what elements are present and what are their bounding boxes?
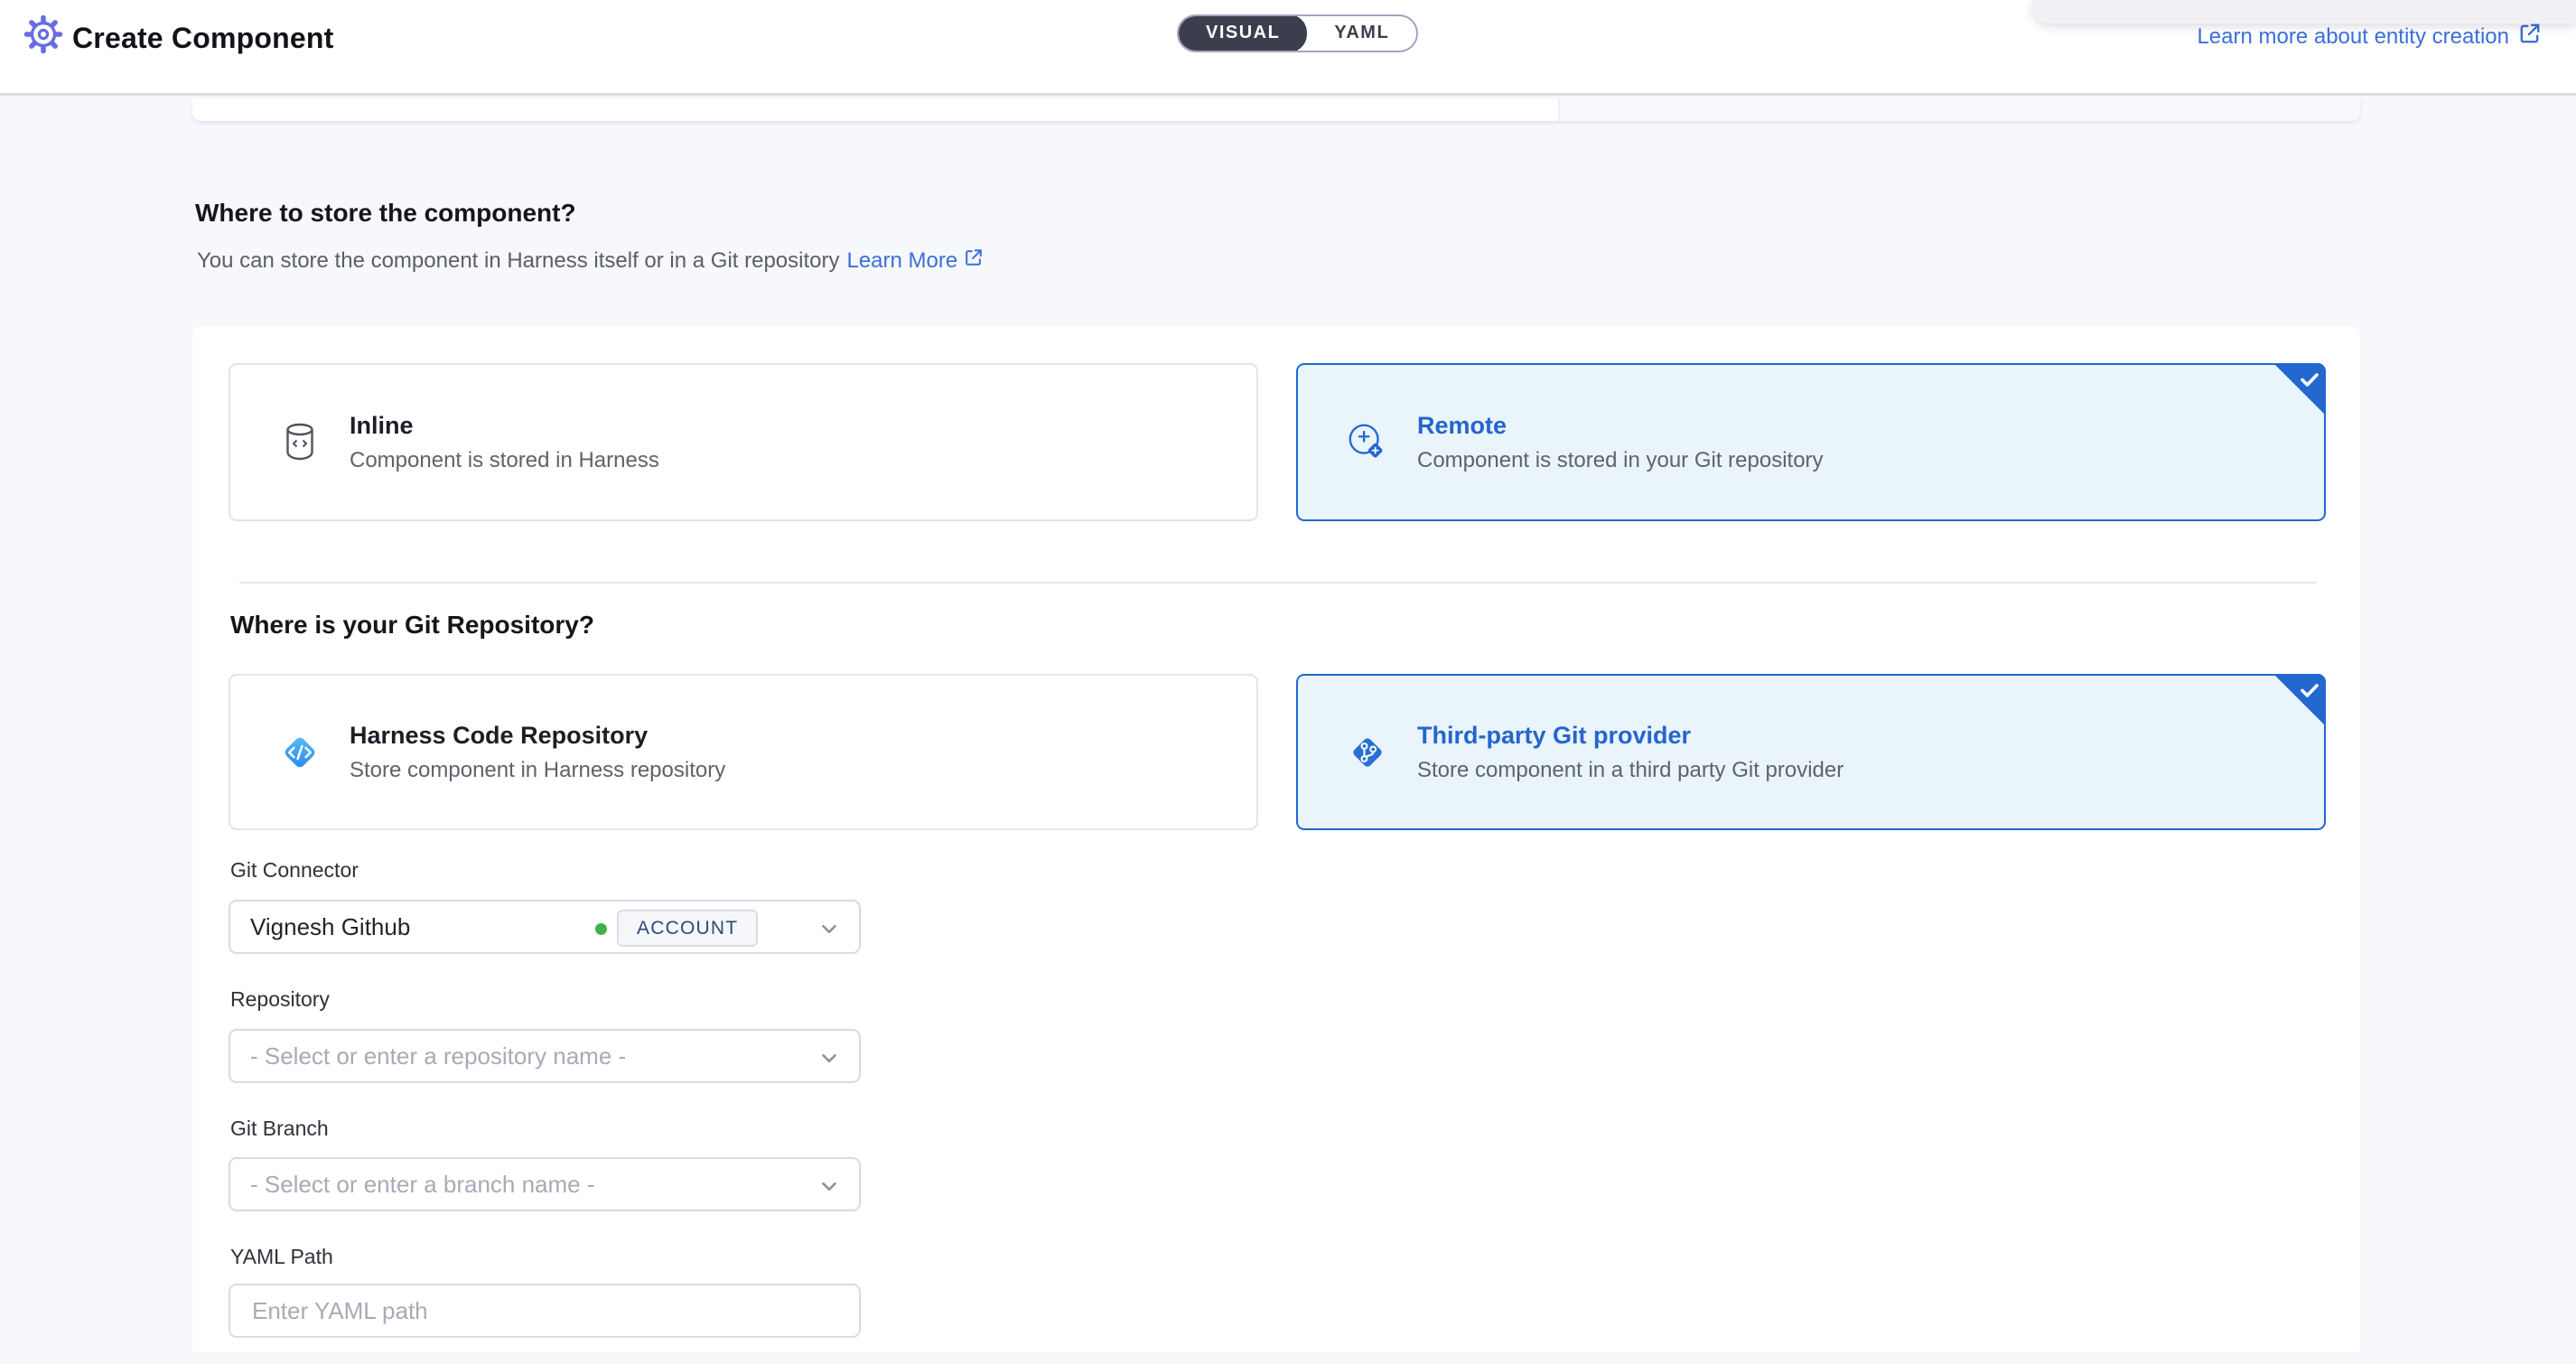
- entity-help-link[interactable]: Learn more about entity creation: [2197, 22, 2542, 51]
- card-title: Inline: [350, 412, 659, 440]
- section-divider: [239, 582, 2317, 584]
- card-title: Harness Code Repository: [350, 722, 725, 750]
- store-section-description: You can store the component in Harness i…: [197, 248, 984, 274]
- git-connector-value: Vignesh Github: [250, 913, 410, 941]
- card-title: Remote: [1417, 412, 1824, 440]
- external-link-icon: [2518, 22, 2542, 51]
- git-branch-select[interactable]: - Select or enter a branch name -: [229, 1157, 861, 1211]
- create-component-page: Create Component VISUAL YAML Learn more …: [0, 0, 2576, 1364]
- tab-visual[interactable]: VISUAL: [1179, 14, 1307, 52]
- repo-section-heading: Where is your Git Repository?: [230, 611, 594, 640]
- help-link-label: Learn more about entity creation: [2197, 24, 2509, 50]
- repository-placeholder: - Select or enter a repository name -: [250, 1042, 626, 1070]
- store-section-heading: Where to store the component?: [195, 199, 576, 228]
- yaml-path-label: YAML Path: [230, 1245, 333, 1269]
- scrolled-card-remnant-right: [1558, 98, 2360, 121]
- repository-select[interactable]: - Select or enter a repository name -: [229, 1029, 861, 1083]
- gear-icon: [23, 14, 63, 59]
- check-icon: [2300, 371, 2319, 388]
- connector-status-dot: [595, 923, 607, 935]
- remote-git-icon: [1338, 418, 1397, 467]
- card-thirdparty-git[interactable]: Third-party Git provider Store component…: [1296, 674, 2326, 830]
- chevron-down-icon[interactable]: [817, 917, 841, 945]
- chevron-down-icon[interactable]: [817, 1046, 841, 1074]
- card-description: Store component in Harness repository: [350, 758, 725, 783]
- card-inline-storage[interactable]: Inline Component is stored in Harness: [229, 363, 1258, 521]
- git-connector-field[interactable]: Vignesh Github ACCOUNT: [229, 900, 861, 954]
- card-description: Store component in a third party Git pro…: [1417, 758, 1843, 783]
- scrolled-card-remnant: [192, 98, 2360, 121]
- store-description-text: You can store the component in Harness i…: [197, 248, 839, 274]
- check-icon: [2300, 682, 2319, 698]
- mode-toggle: VISUAL YAML: [1177, 14, 1418, 52]
- card-description: Component is stored in Harness: [350, 448, 659, 473]
- chevron-down-icon[interactable]: [817, 1174, 841, 1202]
- card-description: Component is stored in your Git reposito…: [1417, 448, 1824, 473]
- git-provider-icon: [1338, 725, 1397, 780]
- card-remote-storage[interactable]: Remote Component is stored in your Git r…: [1296, 363, 2326, 521]
- selected-check-badge: [2273, 674, 2326, 726]
- yaml-path-input[interactable]: [229, 1284, 861, 1338]
- selected-check-badge: [2273, 363, 2326, 416]
- external-link-icon: [964, 248, 984, 274]
- tab-yaml[interactable]: YAML: [1307, 14, 1416, 52]
- card-title: Third-party Git provider: [1417, 722, 1843, 750]
- harness-code-icon: [270, 724, 330, 781]
- clipped-popover: [2032, 0, 2576, 23]
- git-branch-placeholder: - Select or enter a branch name -: [250, 1171, 595, 1199]
- inline-harness-icon: [270, 422, 330, 463]
- connector-scope-badge: ACCOUNT: [617, 910, 758, 947]
- git-connector-label: Git Connector: [230, 858, 359, 883]
- page-title: Create Component: [72, 22, 333, 55]
- learn-more-link[interactable]: Learn More: [846, 248, 984, 274]
- git-branch-label: Git Branch: [230, 1116, 329, 1141]
- repository-label: Repository: [230, 987, 330, 1012]
- app-header: Create Component VISUAL YAML Learn more …: [0, 0, 2576, 96]
- card-harness-code-repo[interactable]: Harness Code Repository Store component …: [229, 674, 1258, 830]
